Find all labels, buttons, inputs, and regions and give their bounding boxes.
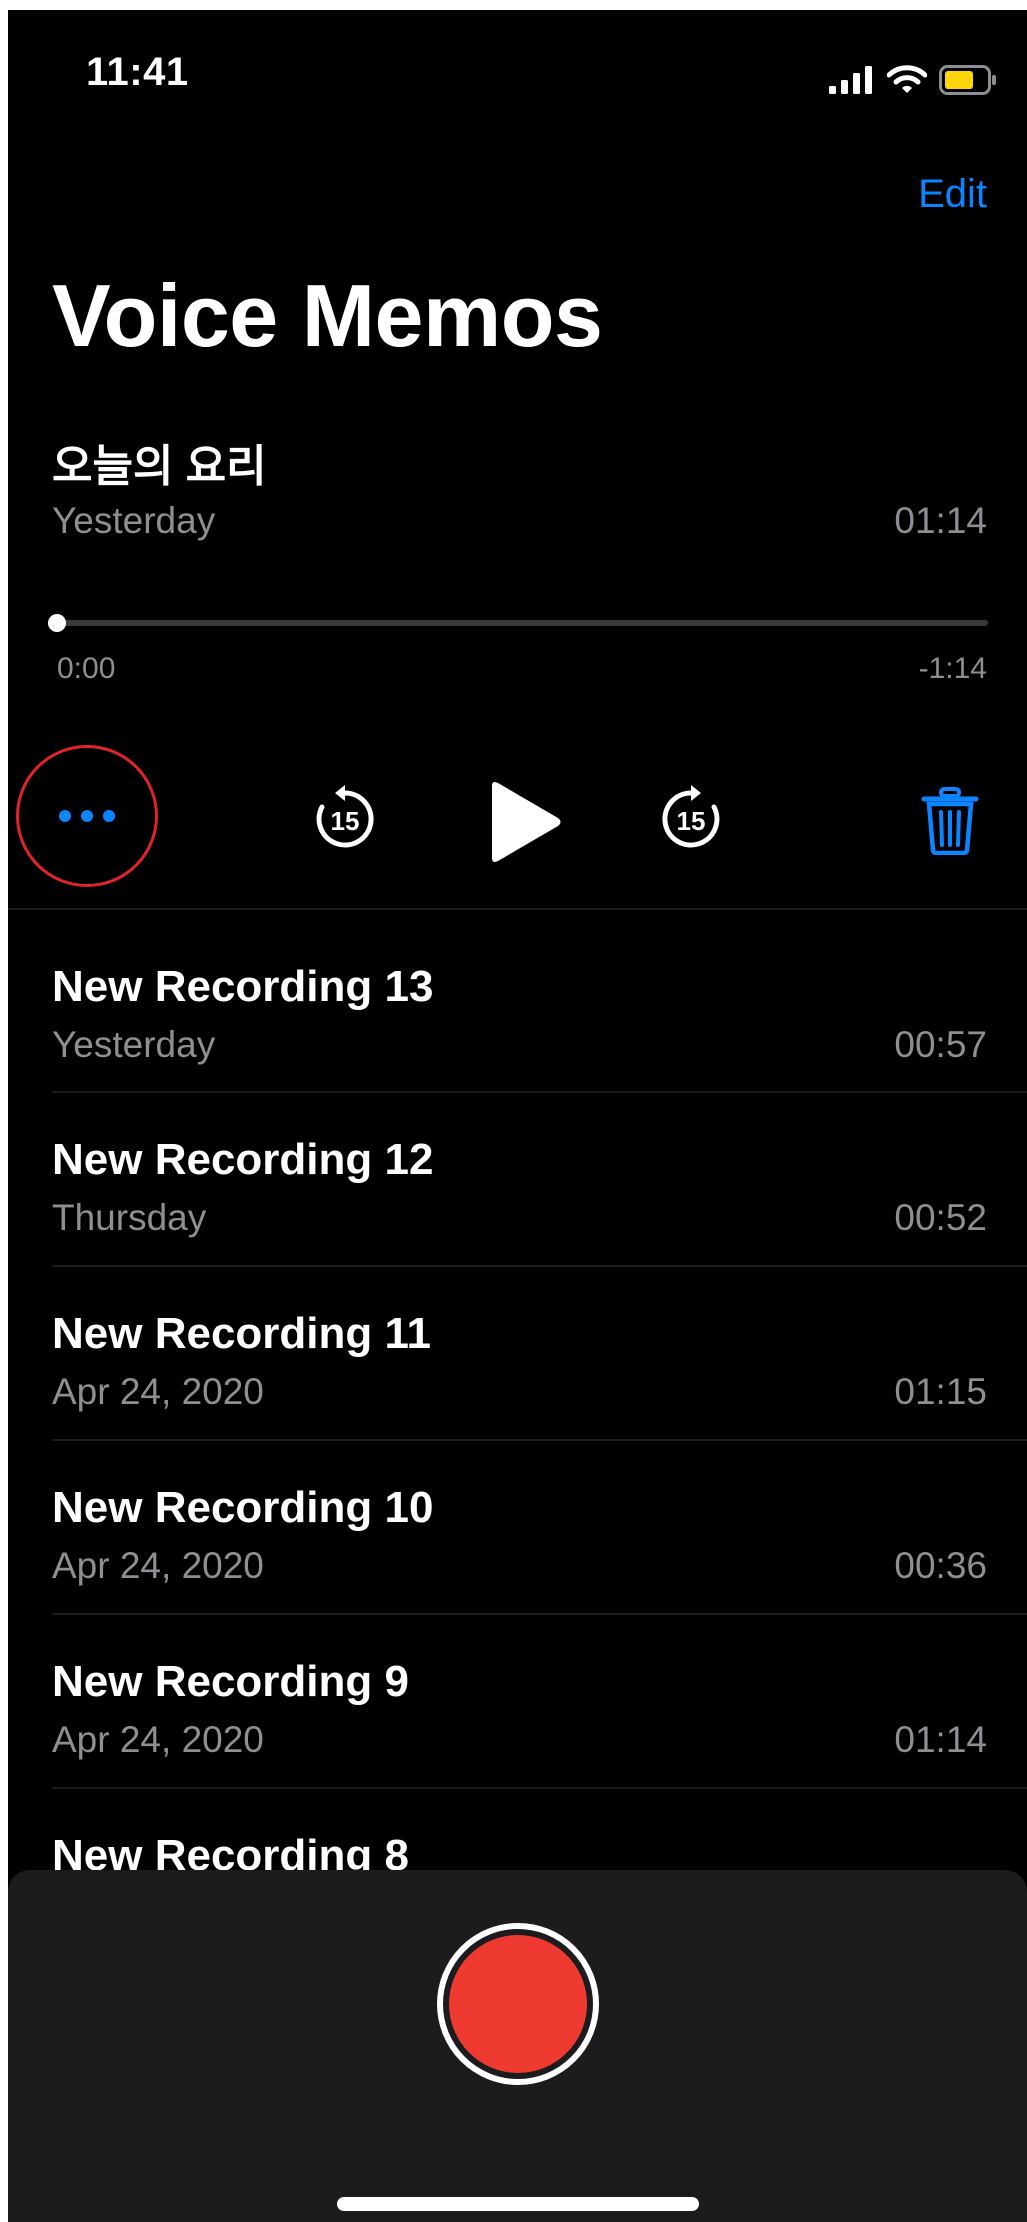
recording-row[interactable]: New Recording 9 Apr 24, 2020 01:14: [8, 1615, 1027, 1787]
cellular-signal-icon: [829, 66, 872, 94]
skip-back-15-icon: 15: [316, 785, 374, 848]
page-title: Voice Memos: [52, 266, 603, 365]
skip-back-seconds: 15: [331, 806, 360, 836]
trash-icon: [921, 787, 979, 856]
elapsed-time: 0:00: [57, 652, 116, 685]
more-options-button[interactable]: [16, 745, 158, 887]
play-button[interactable]: [484, 780, 564, 864]
skip-forward-button[interactable]: 15: [656, 783, 726, 853]
remaining-time: -1:14: [918, 652, 987, 685]
recording-date: Apr 24, 2020: [52, 1545, 264, 1586]
recording-row[interactable]: New Recording 12 Thursday 00:52: [8, 1093, 1027, 1265]
edit-button[interactable]: Edit: [918, 172, 987, 217]
playback-scrubber[interactable]: [48, 614, 988, 632]
recording-duration: 00:57: [894, 1024, 987, 1065]
scrubber-knob[interactable]: [48, 614, 66, 632]
skip-back-button[interactable]: 15: [310, 783, 380, 853]
recording-title: New Recording 10: [52, 1483, 434, 1532]
record-icon: [449, 1935, 587, 2073]
battery-icon: [939, 65, 996, 95]
recording-date: Yesterday: [52, 1024, 216, 1065]
recording-title: New Recording 9: [52, 1657, 409, 1706]
delete-button[interactable]: [921, 787, 979, 856]
status-time: 11:41: [86, 50, 189, 94]
voice-memos-screen: 11:41 Edit Voice Memos 오늘의 요리 Yesterday …: [8, 10, 1027, 2222]
expanded-recording-date: Yesterday: [52, 500, 216, 541]
recording-duration: 00:52: [894, 1197, 987, 1238]
recording-title: New Recording 12: [52, 1135, 434, 1184]
list-divider: [8, 908, 1027, 910]
recording-row[interactable]: New Recording 13 Yesterday 00:57: [8, 920, 1027, 1092]
recording-title: New Recording 13: [52, 962, 434, 1011]
recording-title: New Recording 11: [52, 1309, 432, 1358]
expanded-recording-duration: 01:14: [894, 500, 987, 541]
home-indicator[interactable]: [337, 2197, 699, 2211]
recording-date: Apr 24, 2020: [52, 1371, 264, 1412]
recording-date: Apr 24, 2020: [52, 1719, 264, 1760]
recording-row[interactable]: New Recording 11 Apr 24, 2020 01:15: [8, 1267, 1027, 1439]
recording-date: Thursday: [52, 1197, 207, 1238]
record-panel: [8, 1870, 1027, 2222]
expanded-recording-title[interactable]: 오늘의 요리: [52, 430, 267, 494]
skip-forward-15-icon: 15: [662, 785, 720, 848]
status-icons: [829, 60, 997, 100]
skip-forward-seconds: 15: [677, 806, 706, 836]
more-icon: [59, 810, 115, 822]
recording-row[interactable]: New Recording 10 Apr 24, 2020 00:36: [8, 1441, 1027, 1613]
record-button[interactable]: [437, 1923, 599, 2085]
recording-duration: 01:14: [894, 1719, 987, 1760]
wifi-icon: [887, 65, 927, 93]
play-icon: [492, 782, 561, 862]
recording-duration: 01:15: [894, 1371, 987, 1412]
recording-duration: 00:36: [894, 1545, 987, 1586]
